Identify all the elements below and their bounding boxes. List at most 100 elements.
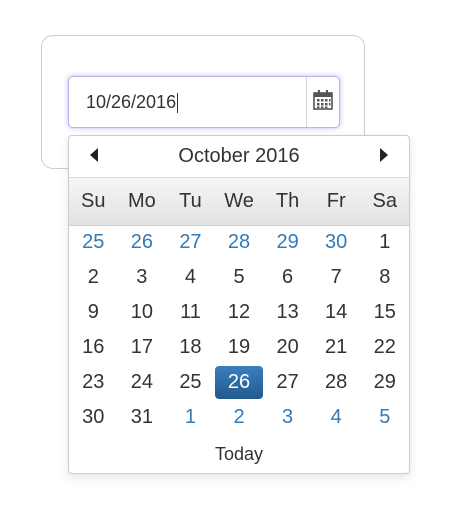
calendar-week-row: 25 26 27 28 29 30 1 [69, 225, 409, 260]
calendar-day-number: 16 [82, 336, 105, 358]
calendar-day[interactable]: 28 [215, 225, 264, 260]
calendar-day[interactable]: 2 [69, 260, 118, 295]
calendar-day[interactable]: 10 [118, 295, 167, 330]
weekday-header: Th [275, 190, 300, 212]
calendar-day-number: 21 [325, 336, 348, 358]
calendar-day[interactable]: 6 [263, 260, 312, 295]
calendar-day[interactable]: 20 [263, 330, 312, 365]
calendar-day[interactable]: 13 [263, 295, 312, 330]
calendar-icon [312, 89, 334, 116]
calendar-day-number: 6 [282, 266, 294, 288]
date-picker-input-group: 10/26/2016 [68, 76, 340, 128]
month-title[interactable]: October 2016 [178, 145, 299, 168]
calendar-day-number: 19 [227, 336, 251, 358]
calendar-day-number: 24 [130, 371, 153, 393]
calendar-week-row: 23 24 25 26 27 28 29 [69, 365, 409, 400]
calendar-week-row: 16 17 18 19 20 21 22 [69, 330, 409, 365]
calendar-day-number: 20 [276, 336, 299, 358]
calendar-day[interactable]: 4 [166, 260, 215, 295]
weekday-header: We [224, 190, 254, 212]
calendar-day-number: 3 [282, 406, 294, 428]
calendar-day[interactable]: 22 [360, 330, 409, 365]
calendar-day[interactable]: 3 [263, 400, 312, 435]
calendar-day-number: 1 [379, 231, 391, 253]
calendar-day[interactable]: 5 [360, 400, 409, 435]
calendar-day-number: 7 [330, 266, 342, 288]
calendar-day[interactable]: 30 [69, 400, 118, 435]
calendar-day[interactable]: 31 [118, 400, 167, 435]
calendar-day-number: 12 [227, 301, 251, 323]
calendar-day-number: 4 [330, 406, 342, 428]
calendar-day[interactable]: 16 [69, 330, 118, 365]
next-month-button[interactable] [373, 144, 395, 166]
calendar-day[interactable]: 25 [166, 365, 215, 400]
calendar-week-row: 9 10 11 12 13 14 15 [69, 295, 409, 330]
calendar-day[interactable]: 11 [166, 295, 215, 330]
calendar-day-number: 26 [130, 231, 153, 253]
today-button[interactable]: Today [69, 444, 409, 465]
calendar-day-number: 3 [136, 266, 148, 288]
calendar-day[interactable]: 8 [360, 260, 409, 295]
calendar-day[interactable]: 19 [215, 330, 264, 365]
date-input-value: 10/26/2016 [86, 92, 177, 112]
calendar-day[interactable]: 21 [312, 330, 361, 365]
calendar-day-number: 28 [325, 371, 348, 393]
calendar-day-number: 14 [325, 301, 348, 323]
calendar-day[interactable]: 1 [166, 400, 215, 435]
calendar-day-number: 25 [82, 231, 105, 253]
calendar-day-number: 4 [184, 266, 196, 288]
calendar-day-number: 2 [233, 406, 245, 428]
calendar-day-number: 31 [130, 406, 153, 428]
calendar-day-number: 27 [276, 371, 299, 393]
calendar-day[interactable]: 7 [312, 260, 361, 295]
weekday-header: Su [81, 190, 106, 212]
weekday-header: Mo [127, 190, 156, 212]
calendar-day[interactable]: 29 [263, 225, 312, 260]
calendar-day[interactable]: 17 [118, 330, 167, 365]
calendar-toggle-button[interactable] [306, 77, 339, 127]
calendar-day[interactable]: 28 [312, 365, 361, 400]
calendar-week-row: 30 31 1 2 3 4 5 [69, 400, 409, 435]
calendar-day-number: 30 [325, 231, 348, 253]
calendar-day[interactable]: 29 [360, 365, 409, 400]
calendar-day[interactable]: 30 [312, 225, 361, 260]
calendar-day[interactable]: 1 [360, 225, 409, 260]
calendar-day[interactable]: 15 [360, 295, 409, 330]
calendar-day[interactable]: 26 [118, 225, 167, 260]
calendar-day[interactable]: 4 [312, 400, 361, 435]
datepicker-header: October 2016 [69, 136, 409, 176]
calendar-day-number: 5 [379, 406, 391, 428]
calendar-day-number: 15 [373, 301, 396, 323]
calendar-day[interactable]: 24 [118, 365, 167, 400]
calendar-day[interactable]: 5 [215, 260, 264, 295]
text-cursor [177, 93, 179, 114]
calendar-day-number: 1 [184, 406, 196, 428]
prev-month-button[interactable] [83, 144, 105, 166]
calendar-day[interactable]: 2 [215, 400, 264, 435]
calendar-day[interactable]: 9 [69, 295, 118, 330]
calendar-day[interactable]: 23 [69, 365, 118, 400]
calendar-grid: 25 26 27 28 29 30 1 2 3 4 5 6 7 8 9 10 11 12 13 14 15 16 17 18 1… [69, 225, 409, 435]
calendar-day-number: 17 [130, 336, 153, 358]
calendar-day-number: 29 [276, 231, 299, 253]
calendar-day-number: 18 [179, 336, 202, 358]
calendar-day-number: 11 [180, 301, 201, 323]
arrow-left-icon [90, 148, 98, 162]
calendar-day-selected[interactable]: 26 [215, 365, 264, 400]
calendar-day[interactable]: 18 [166, 330, 215, 365]
calendar-day[interactable]: 3 [118, 260, 167, 295]
calendar-day[interactable]: 27 [263, 365, 312, 400]
calendar-day-number: 29 [373, 371, 396, 393]
calendar-day-number: 8 [379, 266, 391, 288]
calendar-day-number: 27 [179, 231, 202, 253]
calendar-day[interactable]: 25 [69, 225, 118, 260]
calendar-day-number: 9 [87, 301, 99, 323]
weekday-header: Fr [326, 190, 346, 212]
calendar-day-number: 2 [87, 266, 99, 288]
calendar-day[interactable]: 27 [166, 225, 215, 260]
date-input[interactable]: 10/26/2016 [69, 77, 307, 127]
calendar-day-number: 10 [130, 301, 153, 323]
weekday-header: Tu [179, 190, 202, 212]
calendar-day[interactable]: 12 [215, 295, 264, 330]
calendar-day[interactable]: 14 [312, 295, 361, 330]
